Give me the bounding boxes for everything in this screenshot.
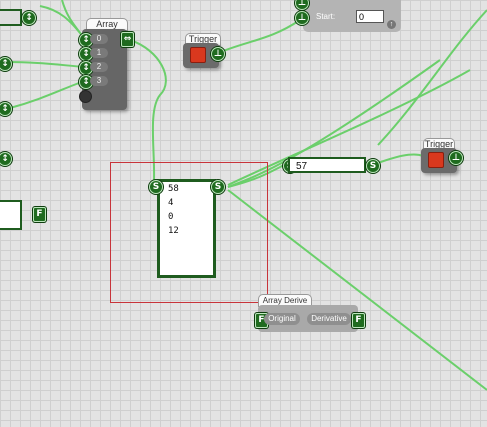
array-index-label: 1 — [90, 48, 108, 58]
array-index-label: 3 — [90, 76, 108, 86]
list-item: 12 — [168, 226, 179, 236]
wire — [129, 39, 167, 181]
wire — [9, 80, 85, 109]
array-derive-derivative-label: Derivative — [307, 313, 351, 325]
number-out-port[interactable]: S — [366, 159, 380, 173]
offscreen-value-box[interactable] — [0, 200, 22, 230]
array-index-label: 0 — [90, 34, 108, 44]
wire — [39, 5, 85, 39]
array-out-port[interactable]: ⇔ — [121, 32, 134, 47]
offscreen-node-box[interactable] — [0, 9, 22, 26]
array-derive-original-label: Original — [264, 313, 300, 325]
start-label: Start: — [316, 12, 336, 21]
trigger-out-port[interactable]: ⊥ — [449, 151, 463, 165]
wire — [9, 61, 85, 68]
offscreen-value-out-port[interactable]: F — [33, 207, 46, 222]
trigger-button[interactable] — [428, 152, 444, 168]
start-value-field[interactable]: 0 — [356, 10, 384, 23]
offscreen-node-out-port[interactable]: ↕ — [22, 11, 36, 25]
list-display-node[interactable]: 58 4 0 12 — [157, 179, 216, 278]
number-output-field[interactable]: 57 — [288, 157, 366, 173]
list-item: 58 — [168, 184, 179, 194]
array-add-index-icon[interactable] — [79, 90, 92, 103]
list-out-port[interactable]: S — [211, 180, 225, 194]
trigger-out-port[interactable]: ⊥ — [211, 47, 225, 61]
list-item: 4 — [168, 198, 174, 208]
list-item: 0 — [168, 212, 174, 222]
wire — [217, 19, 301, 54]
array-index-label: 2 — [90, 62, 108, 72]
list-in-port[interactable]: S — [149, 180, 163, 194]
trigger-button[interactable] — [190, 47, 206, 63]
wire — [61, 0, 85, 39]
array-derive-out-port[interactable]: F — [352, 313, 365, 328]
start-node-port[interactable]: ⊥ — [295, 11, 309, 25]
start-info-icon[interactable]: ↑ — [387, 20, 396, 29]
